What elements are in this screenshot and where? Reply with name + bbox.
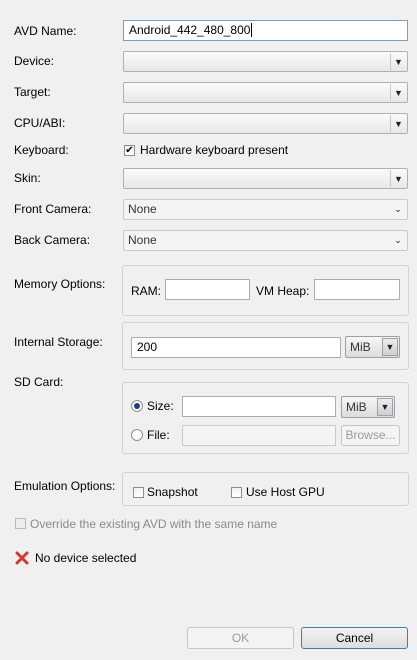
internal-storage-label: Internal Storage: bbox=[14, 335, 103, 349]
skin-label: Skin: bbox=[14, 171, 41, 185]
memory-options-label: Memory Options: bbox=[14, 277, 106, 291]
device-label: Device: bbox=[14, 54, 55, 68]
snapshot-checkbox[interactable] bbox=[133, 487, 144, 498]
back-camera-select[interactable]: None ⌄ bbox=[123, 230, 408, 251]
sd-size-radio[interactable] bbox=[131, 400, 143, 412]
back-camera-value: None bbox=[128, 233, 157, 247]
front-camera-select[interactable]: None ⌄ bbox=[123, 199, 408, 220]
internal-storage-unit-value: MiB bbox=[350, 340, 371, 354]
snapshot-label: Snapshot bbox=[147, 485, 198, 499]
override-label: Override the existing AVD with the same … bbox=[30, 517, 278, 531]
back-camera-label: Back Camera: bbox=[14, 233, 91, 247]
browse-button[interactable]: Browse... bbox=[341, 425, 400, 446]
sd-file-input[interactable] bbox=[182, 425, 336, 446]
internal-storage-unit-select[interactable]: MiB ▼ bbox=[345, 336, 400, 358]
sd-size-label: Size: bbox=[147, 399, 174, 413]
chevron-down-icon: ⌄ bbox=[394, 235, 402, 245]
target-label: Target: bbox=[14, 85, 51, 99]
ram-label: RAM: bbox=[131, 284, 161, 298]
use-host-gpu-checkbox[interactable] bbox=[231, 487, 242, 498]
emulation-options-label: Emulation Options: bbox=[14, 479, 116, 493]
chevron-down-icon: ▼ bbox=[377, 398, 393, 416]
sd-file-label: File: bbox=[147, 428, 170, 442]
avd-name-value: Android_442_480_800 bbox=[129, 23, 251, 37]
error-x-icon bbox=[15, 551, 29, 565]
hardware-keyboard-checkbox[interactable]: ✔ bbox=[124, 145, 135, 156]
internal-storage-input[interactable]: 200 bbox=[131, 337, 341, 358]
device-select[interactable]: ▼ bbox=[123, 51, 408, 72]
avd-name-input[interactable]: Android_442_480_800 bbox=[123, 20, 408, 41]
sd-size-unit-value: MiB bbox=[346, 400, 367, 414]
vm-heap-input[interactable] bbox=[314, 279, 400, 300]
sd-file-radio[interactable] bbox=[131, 429, 143, 441]
cpu-abi-label: CPU/ABI: bbox=[14, 116, 66, 130]
front-camera-value: None bbox=[128, 202, 157, 216]
chevron-down-icon: ▼ bbox=[390, 115, 406, 132]
sd-size-unit-select[interactable]: MiB ▼ bbox=[341, 396, 395, 418]
skin-select[interactable]: ▼ bbox=[123, 168, 408, 189]
ram-input[interactable] bbox=[165, 279, 250, 300]
keyboard-label: Keyboard: bbox=[14, 143, 69, 157]
ok-button[interactable]: OK bbox=[187, 627, 294, 649]
target-select[interactable]: ▼ bbox=[123, 82, 408, 103]
hardware-keyboard-label: Hardware keyboard present bbox=[140, 143, 289, 157]
vm-heap-label: VM Heap: bbox=[256, 284, 310, 298]
chevron-down-icon: ▼ bbox=[390, 84, 406, 101]
chevron-down-icon: ⌄ bbox=[394, 204, 402, 214]
avd-name-label: AVD Name: bbox=[14, 24, 77, 38]
override-checkbox[interactable] bbox=[15, 518, 26, 529]
text-cursor bbox=[251, 23, 253, 37]
chevron-down-icon: ▼ bbox=[390, 170, 406, 187]
cpu-abi-select[interactable]: ▼ bbox=[123, 113, 408, 134]
use-host-gpu-label: Use Host GPU bbox=[246, 485, 325, 499]
status-message: No device selected bbox=[35, 551, 137, 565]
sd-size-input[interactable] bbox=[182, 396, 336, 417]
chevron-down-icon: ▼ bbox=[382, 338, 398, 356]
sd-card-label: SD Card: bbox=[14, 375, 64, 389]
chevron-down-icon: ▼ bbox=[390, 53, 406, 70]
front-camera-label: Front Camera: bbox=[14, 202, 92, 216]
cancel-button[interactable]: Cancel bbox=[301, 627, 408, 649]
